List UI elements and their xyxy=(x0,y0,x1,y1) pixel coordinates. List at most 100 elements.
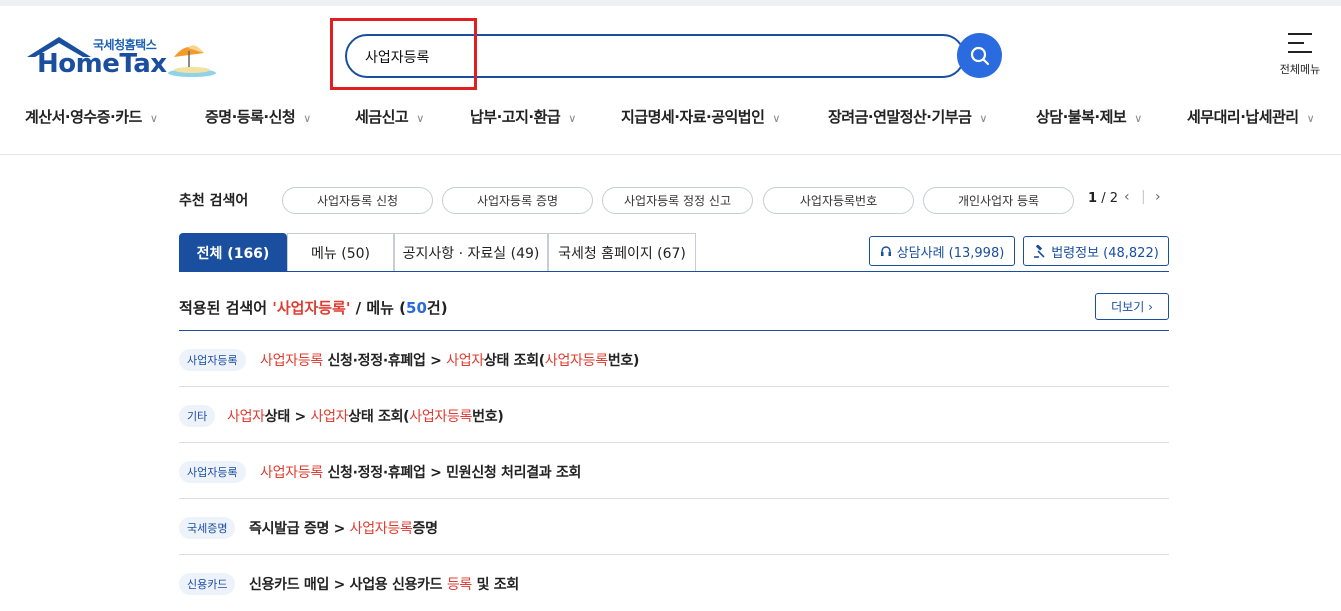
more-button[interactable]: 더보기 › xyxy=(1095,293,1169,320)
section-title: 적용된 검색어 '사업자등록' / 메뉴 (50건) xyxy=(179,297,448,318)
nav-divider xyxy=(0,154,1341,155)
nav-item-payment[interactable]: 납부·고지·환급 ∨ xyxy=(470,106,576,127)
result-text: 신청·정정·휴폐업 > xyxy=(322,353,447,369)
recommend-label: 추천 검색어 xyxy=(179,193,249,209)
recommend-chip[interactable]: 사업자등록 증명 xyxy=(442,187,593,214)
section-middle: / 메뉴 ( xyxy=(350,299,407,317)
chevron-down-icon: ∨ xyxy=(416,112,424,125)
result-text: 번호) xyxy=(472,409,504,425)
hamburger-icon xyxy=(1288,33,1312,53)
main-nav: 계산서·영수증·카드 ∨ 증명·등록·신청 ∨ 세금신고 ∨ 납부·고지·환급 ∨ 지급… xyxy=(0,100,1341,132)
gavel-icon xyxy=(1034,244,1045,258)
nav-item-incentive[interactable]: 장려금·연말정산·기부금 ∨ xyxy=(828,106,987,127)
tabs-underline xyxy=(179,271,1169,272)
law-info-button[interactable]: 법령정보 (48,822) xyxy=(1023,236,1169,266)
result-row: 사업자등록 사업자등록 신청·정정·휴폐업 > 민원신청 처리결과 조회 xyxy=(179,443,1169,499)
nav-label: 장려금·연말정산·기부금 xyxy=(828,108,972,126)
search-icon xyxy=(970,46,989,65)
pager-current: 1 xyxy=(1088,191,1098,206)
nav-label: 납부·고지·환급 xyxy=(470,108,561,126)
result-highlight: 사업자등록 xyxy=(544,353,608,369)
nav-item-statements[interactable]: 지급명세·자료·공익법인 ∨ xyxy=(621,106,780,127)
tab-nts-homepage[interactable]: 국세청 홈페이지 (67) xyxy=(548,233,696,272)
nav-item-consult[interactable]: 상담·불복·제보 ∨ xyxy=(1036,106,1142,127)
recommend-pager: 1 / 2 xyxy=(1088,191,1118,206)
result-highlight: 사업자등록 xyxy=(409,409,473,425)
recommend-chip[interactable]: 사업자등록 정정 신고 xyxy=(602,187,753,214)
result-highlight: 사업자등록 xyxy=(260,353,323,369)
pager-total: / 2 xyxy=(1101,191,1118,206)
nav-label: 계산서·영수증·카드 xyxy=(25,108,142,126)
result-text: 신용카드 매입 > 사업용 신용카드 xyxy=(249,577,447,593)
search-button[interactable] xyxy=(957,33,1002,78)
consult-cases-button[interactable]: 상담사례 (13,998) xyxy=(869,236,1015,266)
hometax-logo[interactable]: 국세청홈택스 HomeTax xyxy=(25,33,225,81)
result-text: 상태 > xyxy=(264,409,311,425)
nav-label: 상담·불복·제보 xyxy=(1036,108,1127,126)
result-tag: 기타 xyxy=(179,405,216,427)
tab-menu[interactable]: 메뉴 (50) xyxy=(287,233,394,272)
nav-label: 세금신고 xyxy=(355,108,409,126)
top-strip xyxy=(0,0,1341,6)
headset-icon xyxy=(880,246,891,256)
result-highlight: 사업자등록 xyxy=(349,521,413,537)
nav-label: 증명·등록·신청 xyxy=(205,108,296,126)
result-tag: 신용카드 xyxy=(179,573,236,595)
result-row: 사업자등록 사업자등록 신청·정정·휴폐업 > 사업자상태 조회(사업자등록번호… xyxy=(179,331,1169,387)
result-text: 번호) xyxy=(607,353,640,369)
result-tag: 사업자등록 xyxy=(179,461,246,483)
result-highlight: 사업자 xyxy=(310,409,349,425)
chevron-left-icon[interactable]: ‹ xyxy=(1124,189,1130,205)
result-text: 및 조회 xyxy=(472,577,520,593)
pager-divider: | xyxy=(1141,189,1146,205)
chevron-down-icon: ∨ xyxy=(979,112,987,125)
recommend-chip[interactable]: 사업자등록 신청 xyxy=(282,187,433,214)
recommend-chip[interactable]: 사업자등록번호 xyxy=(763,187,914,214)
chevron-down-icon: ∨ xyxy=(303,112,311,125)
chevron-down-icon: ∨ xyxy=(772,112,780,125)
more-label: 더보기 xyxy=(1111,300,1145,314)
tab-all[interactable]: 전체 (166) xyxy=(179,233,287,272)
chevron-down-icon: ∨ xyxy=(1134,112,1142,125)
result-link[interactable]: 신용카드 매입 > 사업용 신용카드 등록 및 조회 xyxy=(249,574,519,594)
chevron-down-icon: ∨ xyxy=(568,112,576,125)
section-count: 50 xyxy=(406,299,427,317)
section-prefix: 적용된 검색어 xyxy=(179,299,273,317)
chevron-right-icon: › xyxy=(1148,299,1153,314)
result-text: 상태 조회( xyxy=(348,409,410,425)
result-tag: 사업자등록 xyxy=(179,349,246,371)
nav-item-agent[interactable]: 세무대리·납세관리 ∨ xyxy=(1187,106,1315,127)
search-highlight-box xyxy=(330,18,477,90)
all-menu-label: 전체메뉴 xyxy=(1279,63,1321,76)
chevron-down-icon: ∨ xyxy=(1306,112,1315,125)
result-highlight: 사업자 xyxy=(227,409,265,425)
result-highlight: 사업자 xyxy=(446,353,484,369)
result-text: 신청·정정·휴폐업 > 민원신청 처리결과 조회 xyxy=(322,465,582,481)
section-suffix: 건) xyxy=(426,299,448,317)
result-highlight: 등록 xyxy=(446,577,473,593)
chevron-right-icon[interactable]: › xyxy=(1155,189,1161,205)
result-row: 기타 사업자상태 > 사업자상태 조회(사업자등록번호) xyxy=(179,387,1169,443)
result-link[interactable]: 사업자등록 신청·정정·휴폐업 > 민원신청 처리결과 조회 xyxy=(260,462,581,482)
result-tag: 국세증명 xyxy=(179,517,236,539)
nav-item-certificate[interactable]: 증명·등록·신청 ∨ xyxy=(205,106,311,127)
section-term: '사업자등록' xyxy=(272,299,351,317)
result-highlight: 사업자등록 xyxy=(260,465,323,481)
result-link[interactable]: 사업자상태 > 사업자상태 조회(사업자등록번호) xyxy=(227,406,504,426)
result-row: 신용카드 신용카드 매입 > 사업용 신용카드 등록 및 조회 xyxy=(179,555,1169,611)
nav-label: 지급명세·자료·공익법인 xyxy=(621,108,765,126)
nav-item-tax-report[interactable]: 세금신고 ∨ xyxy=(355,106,424,127)
nav-label: 세무대리·납세관리 xyxy=(1187,108,1299,126)
result-text: 즉시발급 증명 > xyxy=(249,521,350,537)
chevron-down-icon: ∨ xyxy=(149,112,158,125)
recommend-chip[interactable]: 개인사업자 등록 xyxy=(923,187,1074,214)
result-link[interactable]: 즉시발급 증명 > 사업자등록증명 xyxy=(249,518,438,538)
logo-title: HomeTax xyxy=(37,49,167,79)
result-link[interactable]: 사업자등록 신청·정정·휴폐업 > 사업자상태 조회(사업자등록번호) xyxy=(260,350,639,370)
result-text: 증명 xyxy=(412,521,438,537)
law-info-label: 법령정보 (48,822) xyxy=(1051,245,1159,261)
consult-cases-label: 상담사례 (13,998) xyxy=(896,245,1005,261)
all-menu-button[interactable]: 전체메뉴 xyxy=(1270,33,1330,77)
tab-notice[interactable]: 공지사항 · 자료실 (49) xyxy=(394,233,548,272)
nav-item-invoice[interactable]: 계산서·영수증·카드 ∨ xyxy=(25,106,158,127)
